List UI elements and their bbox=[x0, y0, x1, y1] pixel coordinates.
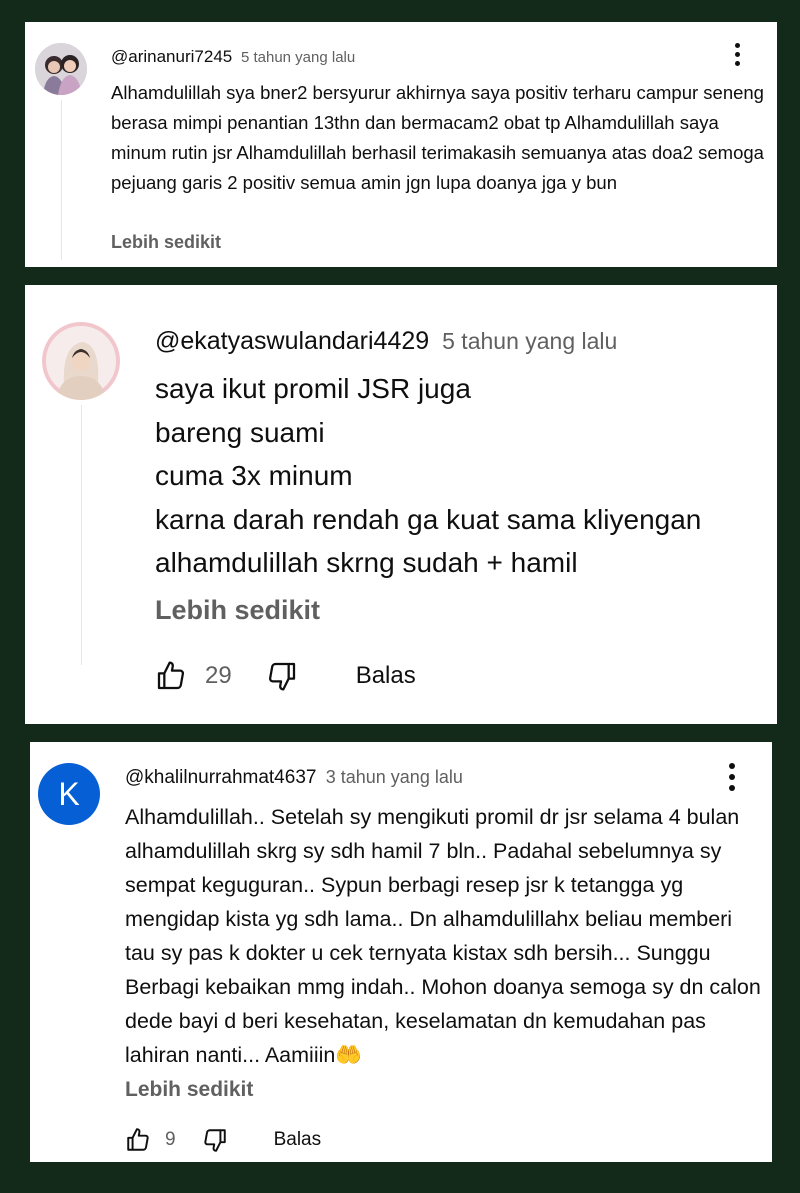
reply-button[interactable]: Balas bbox=[356, 662, 416, 690]
avatar-photo-icon bbox=[42, 322, 120, 400]
comment-line: bareng suami bbox=[155, 416, 325, 448]
comment-time[interactable]: 3 tahun yang lalu bbox=[326, 767, 463, 787]
avatar[interactable] bbox=[35, 43, 87, 95]
like-count: 9 bbox=[165, 1129, 176, 1150]
avatar-letter: K bbox=[58, 775, 80, 812]
thumbs-down-icon[interactable] bbox=[266, 660, 298, 692]
avatar[interactable] bbox=[42, 322, 120, 400]
comment-text: Alhamdulillah.. Setelah sy mengikuti pro… bbox=[125, 800, 765, 1072]
comment-actions: 9 Balas bbox=[125, 1127, 321, 1153]
comment-text: Alhamdulillah sya bner2 bersyurur akhirn… bbox=[111, 82, 764, 193]
comment-line: karna darah rendah ga kuat sama kliyenga… bbox=[155, 503, 702, 535]
comment-header: @ekatyaswulandari4429 5 tahun yang lalu bbox=[155, 327, 617, 356]
more-vert-icon[interactable] bbox=[727, 43, 747, 70]
comment-card-3: K @khalilnurrahmat4637 3 tahun yang lalu… bbox=[30, 742, 772, 1162]
show-less-button[interactable]: Lebih sedikit bbox=[111, 232, 221, 253]
avatar-photo-icon bbox=[35, 43, 87, 95]
thumbs-up-icon[interactable] bbox=[125, 1127, 151, 1153]
comment-line: cuma 3x minum bbox=[155, 460, 353, 491]
thread-line bbox=[61, 100, 62, 260]
author-handle[interactable]: @khalilnurrahmat4637 bbox=[125, 767, 316, 788]
comment-header: @arinanuri7245 5 tahun yang lalu bbox=[111, 47, 355, 67]
comment-text: saya ikut promil JSR juga bareng suami c… bbox=[155, 367, 765, 585]
comment-card-1: @arinanuri7245 5 tahun yang lalu Alhamdu… bbox=[25, 22, 777, 267]
comment-line: saya ikut promil JSR juga bbox=[155, 373, 471, 404]
more-vert-icon[interactable] bbox=[722, 763, 742, 796]
comment-card-2: @ekatyaswulandari4429 5 tahun yang lalu … bbox=[25, 285, 777, 724]
avatar[interactable]: K bbox=[38, 763, 100, 825]
thread-line bbox=[81, 405, 82, 665]
show-less-button[interactable]: Lebih sedikit bbox=[125, 1078, 253, 1102]
show-less-button[interactable]: Lebih sedikit bbox=[155, 595, 320, 626]
author-handle[interactable]: @ekatyaswulandari4429 bbox=[155, 327, 429, 355]
author-handle[interactable]: @arinanuri7245 bbox=[111, 47, 232, 66]
comment-line: alhamdulillah skrng sudah + hamil bbox=[155, 547, 578, 578]
praying-hands-emoji: 🤲 bbox=[335, 1043, 363, 1067]
like-count: 29 bbox=[205, 662, 232, 689]
thumbs-down-icon[interactable] bbox=[202, 1127, 228, 1153]
thumbs-up-icon[interactable] bbox=[155, 660, 187, 692]
comment-actions: 29 Balas bbox=[155, 660, 416, 692]
comment-header: @khalilnurrahmat4637 3 tahun yang lalu bbox=[125, 767, 463, 789]
comment-text-body: Alhamdulillah.. Setelah sy mengikuti pro… bbox=[125, 805, 761, 1067]
reply-button[interactable]: Balas bbox=[274, 1129, 322, 1151]
comment-time[interactable]: 5 tahun yang lalu bbox=[442, 328, 617, 354]
comment-time[interactable]: 5 tahun yang lalu bbox=[241, 49, 355, 66]
